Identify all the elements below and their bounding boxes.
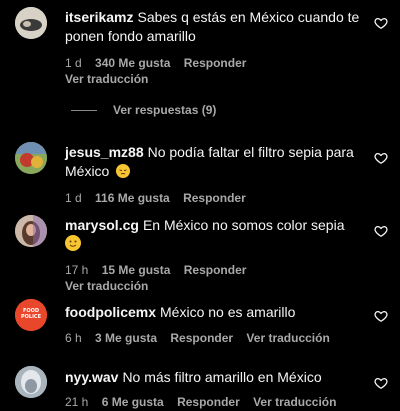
comment-text: nyy.wav No más filtro amarillo en México	[65, 368, 360, 387]
comment-time: 21 h	[65, 395, 89, 409]
avatar[interactable]	[15, 215, 47, 247]
comment-body: No más filtro amarillo en México	[122, 369, 322, 385]
likes-count[interactable]: 6 Me gusta	[102, 395, 164, 409]
avatar[interactable]: FOOD POLICE	[15, 299, 47, 331]
reply-button[interactable]: Responder	[177, 395, 240, 409]
comment-text: itserikamz Sabes q estás en México cuando…	[65, 8, 360, 46]
comment-time: 1 d	[65, 56, 82, 70]
reply-button[interactable]: Responder	[184, 263, 247, 277]
replies-divider	[71, 109, 97, 111]
avatar-logo-text: FOOD POLICE	[20, 308, 42, 320]
comment-body: En México no somos color sepia	[142, 217, 345, 233]
comment-time: 17 h	[65, 263, 89, 277]
heart-icon[interactable]	[374, 151, 388, 165]
comment-time: 6 h	[65, 331, 82, 345]
reply-button[interactable]: Responder	[183, 191, 246, 205]
likes-count[interactable]: 116 Me gusta	[95, 191, 170, 205]
comment-username[interactable]: itserikamz	[65, 9, 133, 25]
comment-item: FOOD POLICE foodpolicemx México no es ama…	[0, 295, 400, 355]
avatar[interactable]	[15, 366, 47, 398]
heart-icon[interactable]	[374, 376, 388, 390]
comment-meta: 6 h 3 Me gusta Responder Ver traducción	[65, 330, 360, 346]
see-translation-button[interactable]: Ver traducción	[65, 279, 148, 293]
comment-text: marysol.cg En México no somos color sepia	[65, 216, 360, 254]
see-translation-button[interactable]: Ver traducción	[246, 331, 329, 345]
see-translation-button[interactable]: Ver traducción	[65, 72, 148, 86]
likes-count[interactable]: 340 Me gusta	[95, 56, 170, 70]
comment-username[interactable]: jesus_mz88	[65, 144, 144, 160]
comments-panel: itserikamz Sabes q estás en México cuando…	[0, 0, 400, 411]
comment-body: México no es amarillo	[160, 304, 296, 320]
avatar[interactable]	[15, 7, 47, 39]
see-translation-button[interactable]: Ver traducción	[253, 395, 336, 409]
slightly-smiling-face-emoji	[65, 235, 81, 251]
comment-item: nyy.wav No más filtro amarillo en México …	[0, 362, 400, 411]
comment-username[interactable]: foodpolicemx	[65, 304, 156, 320]
comment-meta: 17 h 15 Me gusta Responder	[65, 262, 360, 278]
reply-button[interactable]: Responder	[184, 56, 247, 70]
comment-meta: 1 d 340 Me gusta Responder	[65, 55, 360, 71]
heart-icon[interactable]	[374, 309, 388, 323]
comment-item: jesus_mz88 No podía faltar el filtro sepi…	[0, 135, 400, 205]
comment-meta: 21 h 6 Me gusta Responder Ver traducción	[65, 394, 360, 410]
comment-time: 1 d	[65, 191, 82, 205]
pensive-face-emoji	[116, 164, 131, 178]
comment-meta: 1 d 116 Me gusta Responder	[65, 190, 360, 206]
avatar[interactable]	[15, 142, 47, 174]
likes-count[interactable]: 15 Me gusta	[102, 263, 171, 277]
comment-text: foodpolicemx México no es amarillo	[65, 303, 360, 322]
comment-username[interactable]: marysol.cg	[65, 217, 139, 233]
comment-text: jesus_mz88 No podía faltar el filtro sepi…	[65, 143, 360, 181]
comment-username[interactable]: nyy.wav	[65, 369, 118, 385]
likes-count[interactable]: 3 Me gusta	[95, 331, 157, 345]
heart-icon[interactable]	[374, 16, 388, 30]
comment-item: itserikamz Sabes q estás en México cuando…	[0, 0, 400, 95]
view-replies-button[interactable]: Ver respuestas (9)	[65, 101, 216, 119]
reply-button[interactable]: Responder	[170, 331, 233, 345]
heart-icon[interactable]	[374, 224, 388, 238]
view-replies-label: Ver respuestas (9)	[113, 103, 217, 117]
comment-item: marysol.cg En México no somos color sepia…	[0, 208, 400, 293]
